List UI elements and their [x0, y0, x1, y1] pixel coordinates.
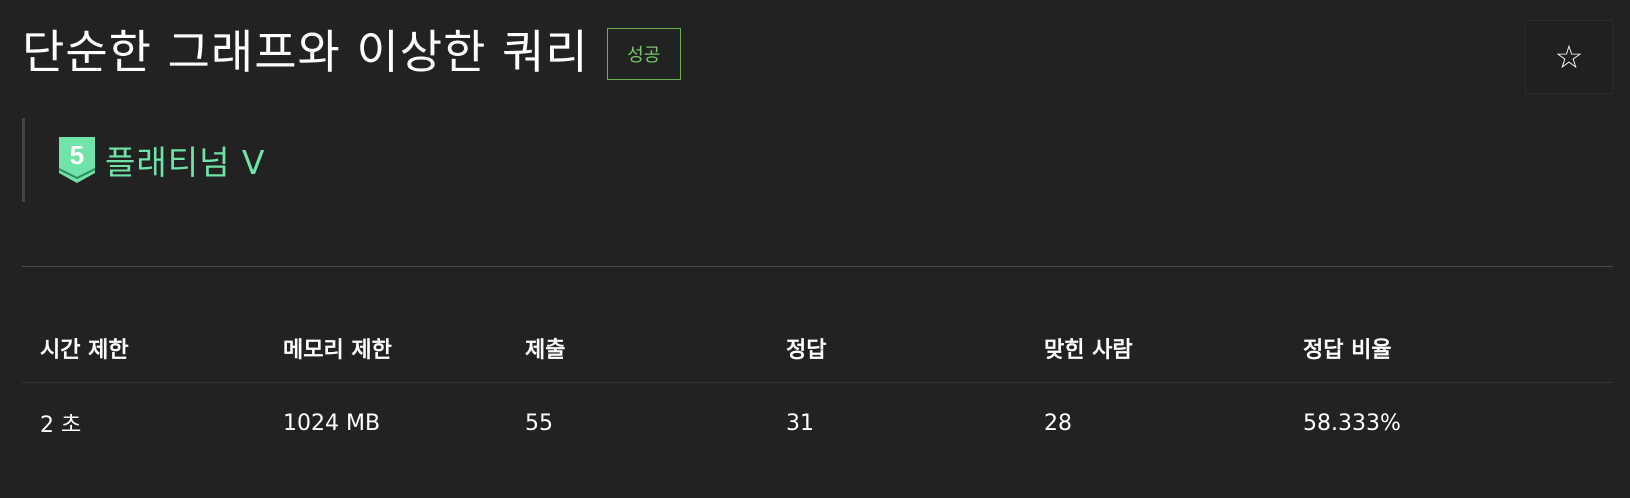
favorite-button[interactable]: ☆ [1525, 20, 1613, 94]
submissions-value: 55 [525, 410, 553, 436]
memory-limit-value: 1024 MB [283, 410, 381, 436]
result-badge: 성공 [606, 28, 681, 80]
tier-block: 5 플래티넘 V [22, 118, 266, 202]
solvers-value: 28 [1044, 410, 1072, 436]
column-header-submissions: 제출 [507, 318, 768, 383]
column-header-accepted: 정답 [768, 318, 1026, 383]
tier-label[interactable]: 플래티넘 V [105, 136, 266, 184]
time-limit-value: 2 초 [40, 413, 82, 438]
column-header-time-limit: 시간 제한 [22, 318, 265, 383]
tier-badge-icon: 5 [59, 137, 95, 183]
problem-info-table: 시간 제한 메모리 제한 제출 정답 맞힌 사람 정답 비율 2 초 1024 … [22, 318, 1613, 457]
table-header-row: 시간 제한 메모리 제한 제출 정답 맞힌 사람 정답 비율 [22, 318, 1613, 383]
problem-title: 단순한 그래프와 이상한 쿼리 [22, 25, 589, 79]
star-icon: ☆ [1554, 38, 1584, 76]
tier-level: 5 [70, 140, 84, 170]
table-row: 2 초 1024 MB 55 31 28 58.333% [22, 383, 1613, 458]
column-header-solvers: 맞힌 사람 [1026, 318, 1285, 383]
accepted-value: 31 [786, 410, 814, 436]
accept-ratio-value: 58.333% [1303, 410, 1401, 436]
divider [22, 266, 1613, 267]
column-header-accept-ratio: 정답 비율 [1285, 318, 1613, 383]
problem-page: 단순한 그래프와 이상한 쿼리 성공 ☆ 5 플래티넘 V 시간 제한 메모리 … [0, 0, 1630, 498]
title-row: 단순한 그래프와 이상한 쿼리 성공 [22, 22, 681, 82]
column-header-memory-limit: 메모리 제한 [265, 318, 507, 383]
